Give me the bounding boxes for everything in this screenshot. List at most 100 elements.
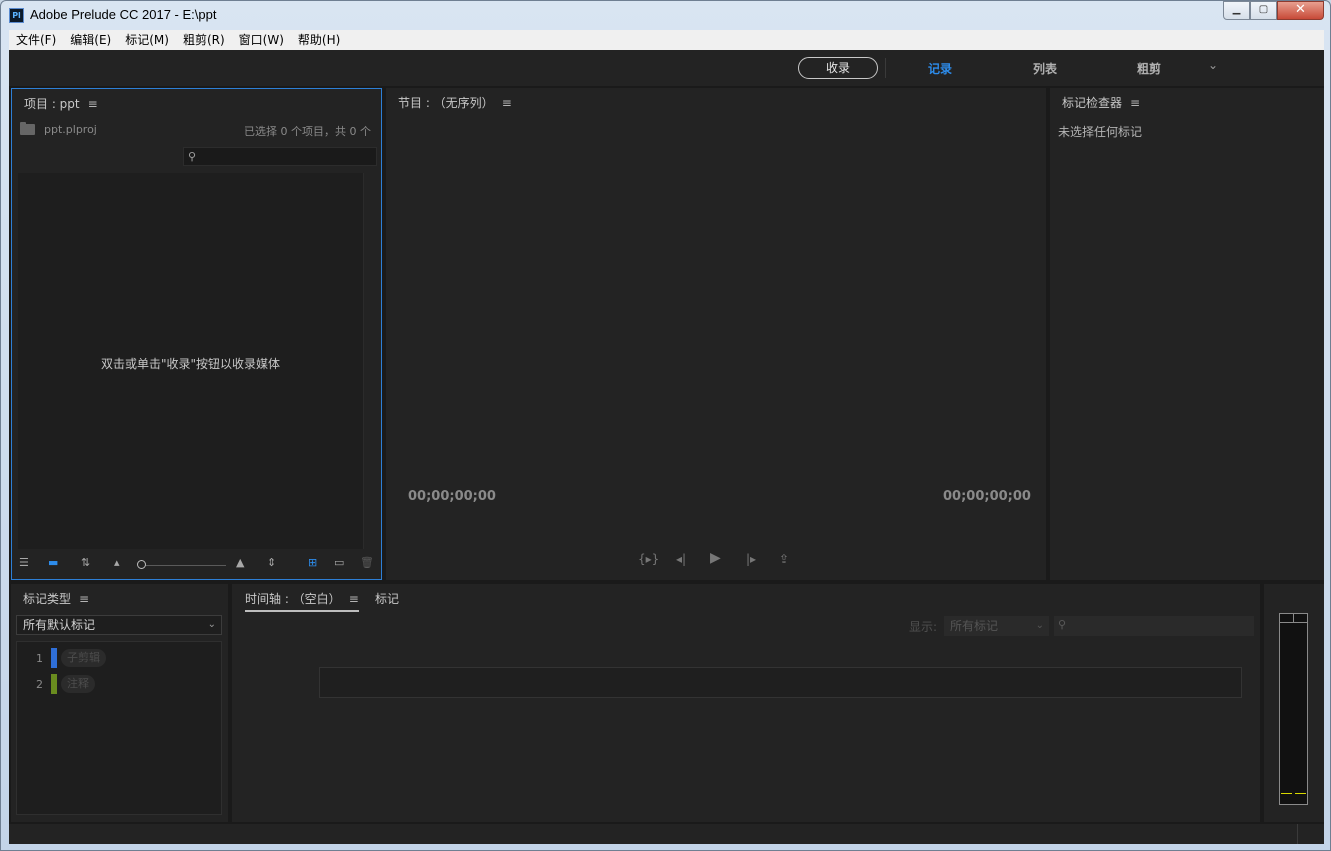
zoom-slider-track[interactable] [140,565,226,566]
inspector-panel-title-text: 标记检查器 [1062,96,1123,110]
inspector-empty-message: 未选择任何标记 [1058,125,1143,139]
marker-color-swatch [51,648,57,668]
zoom-out-icon[interactable]: ▴ [114,557,120,569]
project-panel: 项目 : ppt ≡ ppt.plproj 已选择 0 个项目，共 0 个 ⚲ 双… [11,88,382,580]
project-panel-title-text: 项目 : ppt [24,97,80,111]
workspace-header: 收录 记录 列表 粗剪 ⌄ [9,50,1324,86]
menu-file[interactable]: 文件(F) [9,30,63,50]
close-button[interactable]: ✕ [1277,1,1324,20]
audio-meter [1279,613,1308,805]
panel-menu-icon[interactable]: ≡ [79,592,89,606]
marker-type-list: 1 子剪辑 2 注释 [16,641,222,815]
panel-menu-icon[interactable]: ≡ [1130,96,1140,110]
marker-type-row[interactable]: 2 注释 [17,674,95,694]
export-frame-icon[interactable]: ⇪ [779,552,789,566]
window-controls: ▁ ▢ ✕ [1223,1,1324,20]
meter-level-left [1281,793,1292,794]
chevron-down-icon: ⌄ [1035,620,1044,631]
tab-markers[interactable]: 标记 [375,590,399,607]
status-divider [1297,824,1298,844]
marker-types-panel: 标记类型 ≡ 所有默认标记 ⌄ 1 子剪辑 2 注释 [11,584,228,822]
maximize-icon: ▢ [1258,4,1269,15]
step-back-icon[interactable]: ◂| [676,552,686,566]
trash-icon[interactable]: 🗑 [360,557,374,569]
workspace-tab-logging[interactable]: 记录 [928,60,952,77]
show-filter-label: 显示: [909,620,938,634]
search-icon: ⚲ [1058,618,1067,631]
status-bar [9,824,1324,844]
minimize-button[interactable]: ▁ [1223,1,1250,20]
meter-divider [1293,614,1294,623]
search-icon: ⚲ [188,150,197,163]
project-item-list[interactable]: 双击或单击"收录"按钮以收录媒体 [18,173,364,549]
marker-type-label: 子剪辑 [61,649,106,667]
project-file-name: ppt.plproj [44,123,97,136]
icon-view-icon[interactable]: ▬ [48,557,58,569]
folder-icon[interactable]: ▭ [334,557,344,569]
tab-timeline-label: 时间轴 : （空白） [245,592,341,606]
menu-window[interactable]: 窗口(W) [232,30,291,50]
project-folder-icon [20,122,35,135]
project-empty-hint: 双击或单击"收录"按钮以收录媒体 [100,357,281,371]
maximize-button[interactable]: ▢ [1250,1,1277,20]
meter-level-right [1295,793,1306,794]
panel-menu-icon[interactable]: ≡ [502,96,512,110]
sort-icon[interactable]: ⇅ [81,557,90,569]
menu-edit[interactable]: 编辑(E) [63,30,118,50]
prelude-app-icon: Pl [9,8,24,23]
panel-menu-icon[interactable]: ≡ [88,97,98,111]
marker-type-number: 1 [36,651,43,665]
play-icon[interactable]: ▶ [710,550,721,566]
marker-type-label: 注释 [61,675,95,693]
app-body: 收录 记录 列表 粗剪 ⌄ 项目 : ppt ≡ ppt.plproj 已选择 0… [9,50,1324,844]
expand-icon[interactable]: ⇕ [267,557,276,569]
marker-type-number: 2 [36,677,43,691]
project-toolbar: ☰ ▬ ⇅ ▴ ▲ ⇕ ⊞ ▭ 🗑 [12,553,381,575]
program-panel-title: 节目 : （无序列） ≡ [398,94,512,111]
menu-bar: 文件(F) 编辑(E) 标记(M) 粗剪(R) 窗口(W) 帮助(H) [9,30,1324,50]
workspace-tab-rough-cut[interactable]: 粗剪 [1137,60,1161,77]
window-title: Adobe Prelude CC 2017 - E:\ppt [30,7,217,22]
project-file: ppt.plproj [20,122,97,136]
program-panel: 节目 : （无序列） ≡ 00;00;00;00 00;00;00;00 {▸} … [386,88,1046,580]
timeline-search-input[interactable]: ⚲ [1054,616,1254,636]
step-forward-icon[interactable]: |▸ [746,552,756,566]
menu-marker[interactable]: 标记(M) [118,30,176,50]
marker-types-title-text: 标记类型 [23,592,72,606]
marker-inspector-panel: 标记检查器 ≡ 未选择任何标记 [1050,88,1324,580]
marker-set-value: 所有默认标记 [23,618,96,632]
show-filter-value: 所有标记 [950,619,999,633]
timecode-duration: 00;00;00;00 [943,489,1031,504]
program-panel-title-text: 节目 : （无序列） [398,96,494,110]
panel-menu-icon[interactable]: ≡ [349,592,359,606]
show-filter-select[interactable]: 所有标记 ⌄ [944,616,1049,636]
zoom-in-icon[interactable]: ▲ [236,557,244,569]
project-panel-title: 项目 : ppt ≡ [24,95,98,112]
new-bin-icon[interactable]: ⊞ [308,557,317,569]
list-view-icon[interactable]: ☰ [19,557,29,569]
close-icon: ✕ [1295,2,1306,17]
title-bar: Pl Adobe Prelude CC 2017 - E:\ppt ▁ ▢ ✕ [1,1,1330,29]
ingest-button[interactable]: 收录 [798,57,878,79]
app-window: Pl Adobe Prelude CC 2017 - E:\ppt ▁ ▢ ✕ … [0,0,1331,851]
minimize-icon: ▁ [1232,4,1241,15]
workspace-tab-list[interactable]: 列表 [1033,60,1057,77]
marker-types-title: 标记类型 ≡ [23,590,89,607]
header-divider [885,58,886,78]
marker-set-select[interactable]: 所有默认标记 ⌄ [16,615,222,635]
menu-help[interactable]: 帮助(H) [291,30,347,50]
project-search-input[interactable]: ⚲ [183,147,377,166]
menu-rough-cut[interactable]: 粗剪(R) [176,30,232,50]
marker-type-row[interactable]: 1 子剪辑 [17,648,106,668]
chevron-down-icon: ⌄ [207,619,216,630]
timeline-track[interactable] [319,667,1242,698]
timecode-current: 00;00;00;00 [408,489,496,504]
audio-meters-panel [1264,584,1324,822]
mark-in-out-icon[interactable]: {▸} [638,552,659,566]
workspace-menu-chevron-icon[interactable]: ⌄ [1208,58,1218,72]
zoom-slider-handle[interactable] [137,560,146,569]
project-selection-status: 已选择 0 个项目，共 0 个 [244,125,371,138]
inspector-panel-title: 标记检查器 ≡ [1062,94,1140,111]
marker-color-swatch [51,674,57,694]
tab-timeline[interactable]: 时间轴 : （空白） ≡ [245,590,359,612]
